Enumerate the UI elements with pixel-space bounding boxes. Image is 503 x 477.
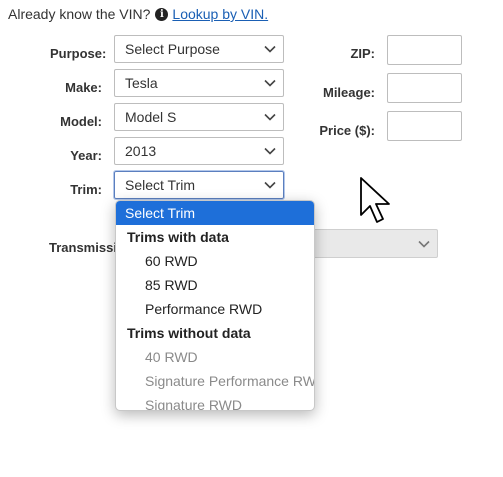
trim-option-signature-performance-rwd: Signature Performance RWD: [145, 373, 315, 389]
model-select-value: Model S: [125, 109, 177, 125]
vin-prompt-text: Already know the VIN?: [8, 6, 151, 22]
year-select[interactable]: 2013: [114, 137, 284, 165]
trim-option-signature-rwd: Signature RWD: [145, 397, 243, 411]
purpose-select[interactable]: Select Purpose: [114, 35, 284, 63]
chevron-down-icon: [418, 240, 430, 248]
price-input[interactable]: [387, 111, 462, 141]
info-icon: i: [155, 7, 169, 21]
make-select-value: Tesla: [125, 75, 158, 91]
zip-label: ZIP:: [350, 46, 375, 61]
trim-label: Trim:: [70, 182, 102, 197]
mileage-label: Mileage:: [322, 85, 375, 100]
mileage-input[interactable]: [387, 73, 462, 103]
chevron-down-icon: [264, 147, 276, 155]
trim-option-60-rwd[interactable]: 60 RWD: [116, 249, 314, 273]
chevron-down-icon: [264, 79, 276, 87]
trim-select[interactable]: Select Trim: [113, 170, 285, 200]
trim-dropdown-list: Select Trim Trims with data 60 RWD 85 RW…: [115, 200, 315, 411]
chevron-down-icon: [264, 45, 276, 53]
transmission-select[interactable]: [312, 229, 438, 258]
purpose-select-value: Select Purpose: [125, 41, 220, 57]
price-label: Price ($):: [319, 123, 375, 138]
vehicle-lookup-form: Already know the VIN? i Lookup by VIN. P…: [0, 0, 503, 477]
transmission-label: Transmissio: [49, 240, 125, 255]
trim-option-85-rwd[interactable]: 85 RWD: [116, 273, 314, 297]
year-label: Year:: [70, 148, 102, 163]
make-label: Make:: [65, 80, 102, 95]
purpose-label: Purpose:: [50, 46, 107, 61]
vin-prompt: Already know the VIN? i Lookup by VIN.: [8, 6, 268, 22]
chevron-down-icon: [264, 181, 276, 189]
zip-input[interactable]: [387, 35, 462, 65]
trim-select-value: Select Trim: [125, 177, 196, 193]
trim-option-performance-rwd[interactable]: Performance RWD: [116, 297, 314, 321]
lookup-by-vin-link[interactable]: Lookup by VIN.: [172, 6, 268, 22]
trim-group-with-data: Trims with data: [127, 229, 229, 245]
year-select-value: 2013: [125, 143, 157, 159]
make-select[interactable]: Tesla: [114, 69, 284, 97]
chevron-down-icon: [264, 113, 276, 121]
model-label: Model:: [60, 114, 102, 129]
trim-group-without-data: Trims without data: [127, 325, 251, 341]
model-select[interactable]: Model S: [114, 103, 284, 131]
mouse-pointer-icon: [360, 177, 390, 223]
trim-option-40-rwd: 40 RWD: [145, 349, 198, 365]
trim-option-select-trim[interactable]: Select Trim: [116, 201, 314, 225]
